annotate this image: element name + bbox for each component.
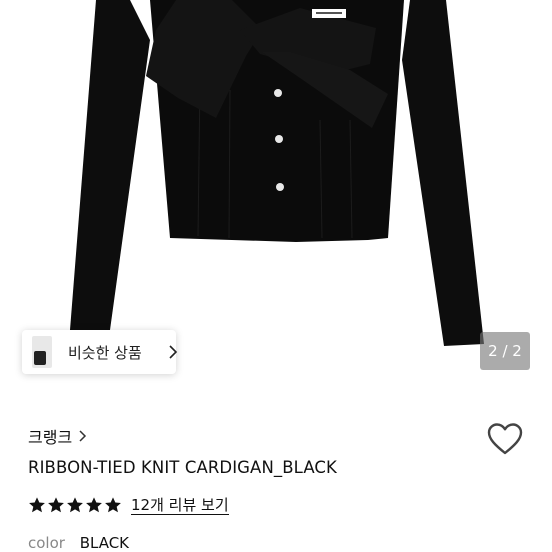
brand-name: 크랭크 <box>28 428 73 447</box>
color-option: color BLACK <box>28 534 129 552</box>
color-option-value: BLACK <box>79 534 130 552</box>
star-icon <box>29 497 45 513</box>
star-icon <box>48 497 64 513</box>
brand-link[interactable]: 크랭크 <box>28 424 87 448</box>
rating-row: 12개 리뷰 보기 <box>28 492 229 518</box>
product-title: RIBBON-TIED KNIT CARDIGAN_BLACK <box>28 458 337 477</box>
star-icon <box>67 497 83 513</box>
chevron-right-icon <box>79 430 87 442</box>
similar-products-button[interactable]: 비슷한 상품 <box>22 330 178 374</box>
star-rating <box>28 496 123 514</box>
heart-icon[interactable] <box>486 422 524 456</box>
color-option-label: color <box>28 534 65 552</box>
view-reviews-link[interactable]: 12개 리뷰 보기 <box>131 496 229 515</box>
similar-product-thumbnail <box>32 336 52 368</box>
similar-products-label: 비슷한 상품 <box>68 344 142 362</box>
star-icon <box>105 497 121 513</box>
star-icon <box>86 497 102 513</box>
chevron-right-icon <box>169 345 178 359</box>
image-page-counter: 2 / 2 <box>480 332 530 370</box>
